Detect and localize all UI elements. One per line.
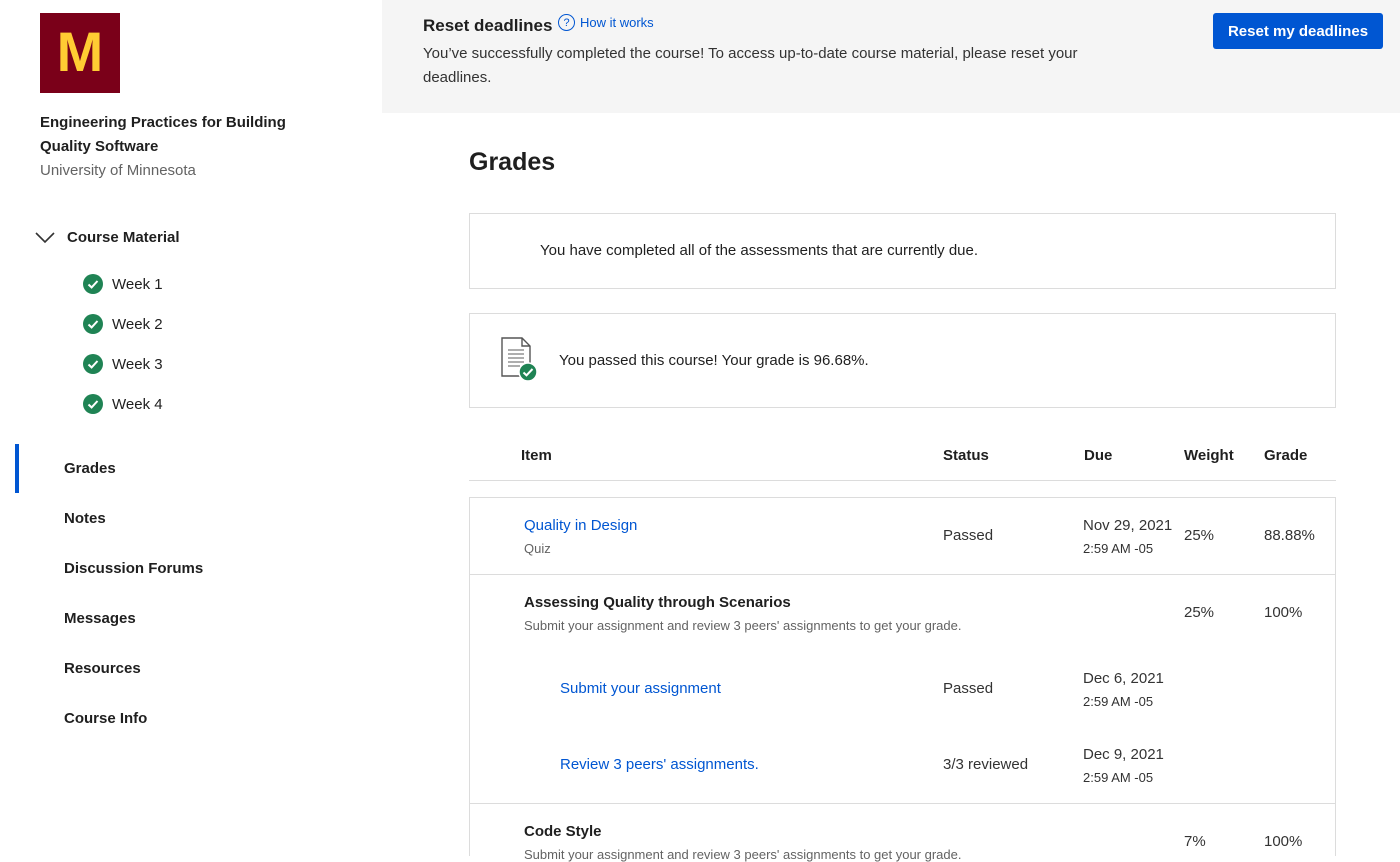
banner-message: You’ve successfully completed the course… bbox=[423, 45, 1078, 86]
due-date: Dec 9, 2021 bbox=[1083, 746, 1164, 763]
column-header-weight: Weight bbox=[1184, 447, 1234, 464]
check-circle-icon bbox=[83, 354, 103, 374]
completed-assessments-card: You have completed all of the assessment… bbox=[469, 213, 1336, 289]
course-material-label: Course Material bbox=[67, 228, 180, 246]
item-link-quality-in-design[interactable]: Quality in Design bbox=[524, 517, 637, 534]
course-passed-card: You passed this course! Your grade is 96… bbox=[469, 313, 1336, 408]
sidebar-item-course-info[interactable]: Course Info bbox=[64, 709, 147, 729]
item-link-submit-assignment[interactable]: Submit your assignment bbox=[560, 680, 721, 697]
sidebar-item-week-2[interactable]: Week 2 bbox=[83, 314, 163, 334]
sidebar-item-week-1[interactable]: Week 1 bbox=[83, 274, 163, 294]
chevron-down-icon bbox=[35, 232, 55, 244]
item-status: Passed bbox=[943, 527, 994, 544]
sidebar-item-week-3[interactable]: Week 3 bbox=[83, 354, 163, 374]
active-nav-indicator bbox=[15, 444, 19, 493]
week-label: Week 4 bbox=[112, 395, 163, 413]
item-link-review-peers[interactable]: Review 3 peers' assignments. bbox=[560, 756, 759, 773]
row-divider bbox=[470, 574, 1335, 575]
sidebar-item-week-4[interactable]: Week 4 bbox=[83, 394, 163, 414]
due-date: Dec 6, 2021 bbox=[1083, 670, 1164, 687]
column-header-status: Status bbox=[943, 447, 989, 464]
item-status: Passed bbox=[943, 680, 994, 697]
check-circle-icon bbox=[83, 274, 103, 294]
course-material-toggle[interactable]: Course Material bbox=[34, 226, 180, 248]
sidebar-item-messages[interactable]: Messages bbox=[64, 609, 136, 629]
due-time: 2:59 AM -05 bbox=[1083, 770, 1154, 785]
svg-text:M: M bbox=[57, 20, 104, 83]
how-it-works-link[interactable]: ? How it works bbox=[558, 14, 654, 31]
week-label: Week 3 bbox=[112, 355, 163, 373]
item-type: Quiz bbox=[524, 541, 551, 556]
completed-message: You have completed all of the assessment… bbox=[540, 242, 979, 259]
week-label: Week 1 bbox=[112, 275, 163, 293]
row-divider bbox=[470, 803, 1335, 804]
item-status: 3/3 reviewed bbox=[943, 756, 1029, 773]
item-description: Submit your assignment and review 3 peer… bbox=[524, 618, 962, 633]
banner-title: Reset deadlines bbox=[423, 16, 553, 35]
item-grade: 88.88% bbox=[1264, 527, 1315, 544]
page-title: Grades bbox=[469, 148, 556, 176]
how-it-works-label: How it works bbox=[580, 15, 654, 30]
due-time: 2:59 AM -05 bbox=[1083, 694, 1154, 709]
item-weight: 25% bbox=[1184, 527, 1215, 544]
reset-deadlines-button[interactable]: Reset my deadlines bbox=[1213, 13, 1383, 49]
sidebar-item-resources[interactable]: Resources bbox=[64, 659, 141, 679]
due-time: 2:59 AM -05 bbox=[1083, 541, 1154, 556]
column-header-due: Due bbox=[1084, 447, 1113, 464]
column-header-grade: Grade bbox=[1264, 447, 1308, 464]
column-header-item: Item bbox=[521, 447, 552, 464]
sidebar-item-discussion-forums[interactable]: Discussion Forums bbox=[64, 559, 203, 579]
sidebar-item-grades[interactable]: Grades bbox=[64, 459, 116, 479]
header-divider bbox=[469, 480, 1336, 481]
help-circle-icon: ? bbox=[558, 14, 575, 31]
week-label: Week 2 bbox=[112, 315, 163, 333]
course-title: Engineering Practices for Building Quali… bbox=[40, 114, 286, 155]
university-name: University of Minnesota bbox=[40, 162, 196, 179]
sidebar-item-notes[interactable]: Notes bbox=[64, 509, 106, 529]
item-grade: 100% bbox=[1264, 833, 1303, 850]
item-title-code-style: Code Style bbox=[524, 823, 602, 840]
check-circle-icon bbox=[83, 314, 103, 334]
due-date: Nov 29, 2021 bbox=[1083, 517, 1173, 534]
certificate-document-icon bbox=[501, 337, 538, 382]
university-logo[interactable]: M bbox=[40, 13, 120, 93]
check-circle-icon bbox=[83, 394, 103, 414]
item-weight: 25% bbox=[1184, 604, 1215, 621]
item-title-assessing-quality: Assessing Quality through Scenarios bbox=[524, 594, 791, 611]
item-grade: 100% bbox=[1264, 604, 1303, 621]
passed-message: You passed this course! Your grade is 96… bbox=[559, 352, 869, 369]
item-weight: 7% bbox=[1184, 833, 1206, 850]
